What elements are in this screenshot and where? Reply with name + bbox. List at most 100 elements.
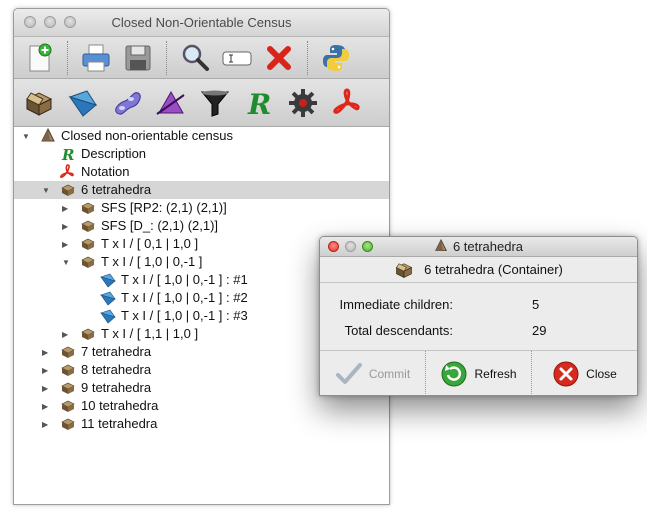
census-icon bbox=[40, 127, 56, 144]
dialog-header-text: 6 tetrahedra (Container) bbox=[424, 262, 563, 277]
script-icon: R bbox=[60, 146, 76, 164]
collapse-arrow-icon[interactable] bbox=[62, 222, 70, 230]
python-icon bbox=[323, 44, 349, 71]
dialog-title-text: 6 tetrahedra bbox=[452, 239, 524, 254]
dialog-body: Immediate children: 5 Total descendants:… bbox=[320, 283, 637, 344]
expand-arrow-icon[interactable] bbox=[62, 258, 70, 266]
angle-structures-icon bbox=[156, 90, 185, 115]
tree-row-label: T x I / [ 1,0 | 0,-1 ] : #1 bbox=[121, 272, 248, 287]
close-label: Close bbox=[586, 366, 617, 381]
delete-icon bbox=[267, 45, 291, 70]
tree-row-label: T x I / [ 0,1 | 1,0 ] bbox=[101, 236, 199, 251]
dialog-button-bar: Commit Refresh Close bbox=[320, 350, 637, 395]
delete-button[interactable] bbox=[262, 41, 296, 75]
container-icon bbox=[80, 326, 96, 342]
expand-arrow-icon[interactable] bbox=[22, 132, 30, 140]
close-icon bbox=[553, 361, 579, 386]
triangulation-icon bbox=[68, 89, 98, 117]
commit-label: Commit bbox=[368, 366, 411, 381]
tree-row[interactable]: SFS [RP2: (2,1) (2,1)] bbox=[14, 199, 389, 217]
refresh-button[interactable]: Refresh bbox=[425, 351, 531, 395]
tree-row[interactable]: Notation bbox=[14, 163, 389, 181]
tree-row-label: Notation bbox=[81, 164, 130, 179]
total-descendants-value: 29 bbox=[532, 323, 547, 338]
collapse-arrow-icon[interactable] bbox=[42, 420, 50, 428]
surfaces-icon bbox=[115, 91, 141, 115]
refresh-icon bbox=[441, 361, 467, 386]
new-triangulation-button[interactable] bbox=[66, 86, 100, 120]
collapse-arrow-icon[interactable] bbox=[62, 204, 70, 212]
collapse-arrow-icon[interactable] bbox=[42, 348, 50, 356]
new-angle-structures-button[interactable] bbox=[154, 86, 188, 120]
triangulation-icon bbox=[99, 272, 116, 288]
save-button[interactable] bbox=[121, 41, 155, 75]
container-icon bbox=[80, 254, 96, 270]
tree-row-label: 10 tetrahedra bbox=[81, 398, 159, 413]
tree-row[interactable]: 6 tetrahedra bbox=[14, 181, 389, 199]
print-icon bbox=[82, 44, 110, 71]
svg-text:R: R bbox=[61, 146, 74, 162]
packet-toolbar: R bbox=[14, 79, 389, 127]
tree-row-label: T x I / [ 1,1 | 1,0 ] bbox=[101, 326, 199, 341]
tree-row-label: 9 tetrahedra bbox=[81, 380, 152, 395]
new-surfaces-button[interactable] bbox=[110, 86, 144, 120]
save-icon bbox=[125, 45, 151, 70]
main-titlebar: Closed Non-Orientable Census bbox=[14, 9, 389, 37]
pdf-icon bbox=[333, 87, 360, 114]
container-icon bbox=[60, 182, 76, 198]
new-script-button[interactable]: R bbox=[242, 86, 276, 120]
tree-row-label: T x I / [ 1,0 | 0,-1 ] bbox=[101, 254, 203, 269]
new-pdf-button[interactable] bbox=[330, 86, 364, 120]
container-dialog: 6 tetrahedra 6 tetrahedra (Container) Im… bbox=[319, 236, 638, 396]
container-icon bbox=[80, 236, 96, 252]
search-button[interactable] bbox=[178, 41, 212, 75]
container-icon bbox=[60, 398, 76, 414]
rename-button[interactable] bbox=[220, 41, 254, 75]
new-filter-button[interactable] bbox=[198, 86, 232, 120]
new-file-button[interactable] bbox=[22, 41, 56, 75]
script-icon: R bbox=[247, 88, 271, 119]
tree-row-label: 6 tetrahedra bbox=[81, 182, 152, 197]
container-icon bbox=[60, 344, 76, 360]
new-container-button[interactable] bbox=[22, 86, 56, 120]
collapse-arrow-icon[interactable] bbox=[42, 384, 50, 392]
tree-row-label: T x I / [ 1,0 | 0,-1 ] : #2 bbox=[121, 290, 248, 305]
tree-row[interactable]: 11 tetrahedra bbox=[14, 415, 389, 433]
tree-row-label: Closed non-orientable census bbox=[61, 128, 233, 143]
tree-row[interactable]: SFS [D_: (2,1) (2,1)] bbox=[14, 217, 389, 235]
python-console-button[interactable] bbox=[319, 41, 353, 75]
checkmark-icon bbox=[335, 362, 362, 384]
svg-text:R: R bbox=[247, 88, 271, 119]
collapse-arrow-icon[interactable] bbox=[42, 366, 50, 374]
close-button[interactable]: Close bbox=[531, 351, 637, 395]
tree-row-label: 8 tetrahedra bbox=[81, 362, 152, 377]
expand-arrow-icon[interactable] bbox=[42, 186, 50, 194]
triangulation-icon bbox=[99, 290, 116, 306]
collapse-arrow-icon[interactable] bbox=[42, 402, 50, 410]
tree-row-label: T x I / [ 1,0 | 0,-1 ] : #3 bbox=[121, 308, 248, 323]
tree-row[interactable]: R Description bbox=[14, 145, 389, 164]
census-icon bbox=[434, 239, 447, 251]
immediate-children-label: Immediate children: bbox=[339, 297, 453, 312]
rename-icon bbox=[222, 51, 252, 65]
collapse-arrow-icon[interactable] bbox=[62, 240, 70, 248]
toolbar-separator bbox=[166, 40, 167, 75]
commit-button[interactable]: Commit bbox=[320, 351, 425, 395]
new-file-icon bbox=[29, 43, 52, 71]
tree-row[interactable]: Closed non-orientable census bbox=[14, 127, 389, 145]
file-toolbar bbox=[14, 37, 389, 79]
container-icon bbox=[25, 91, 53, 116]
container-icon bbox=[80, 218, 96, 234]
pdf-icon bbox=[60, 164, 76, 180]
settings-button[interactable] bbox=[286, 86, 320, 120]
total-descendants-label: Total descendants: bbox=[344, 323, 453, 338]
tree-row-label: SFS [D_: (2,1) (2,1)] bbox=[101, 218, 219, 233]
container-icon bbox=[60, 380, 76, 396]
dialog-header: 6 tetrahedra (Container) bbox=[320, 257, 637, 283]
collapse-arrow-icon[interactable] bbox=[62, 330, 70, 338]
tree-row[interactable]: 10 tetrahedra bbox=[14, 397, 389, 415]
container-icon bbox=[80, 200, 96, 216]
search-icon bbox=[182, 44, 209, 71]
print-button[interactable] bbox=[79, 41, 113, 75]
gear-icon bbox=[289, 88, 317, 117]
